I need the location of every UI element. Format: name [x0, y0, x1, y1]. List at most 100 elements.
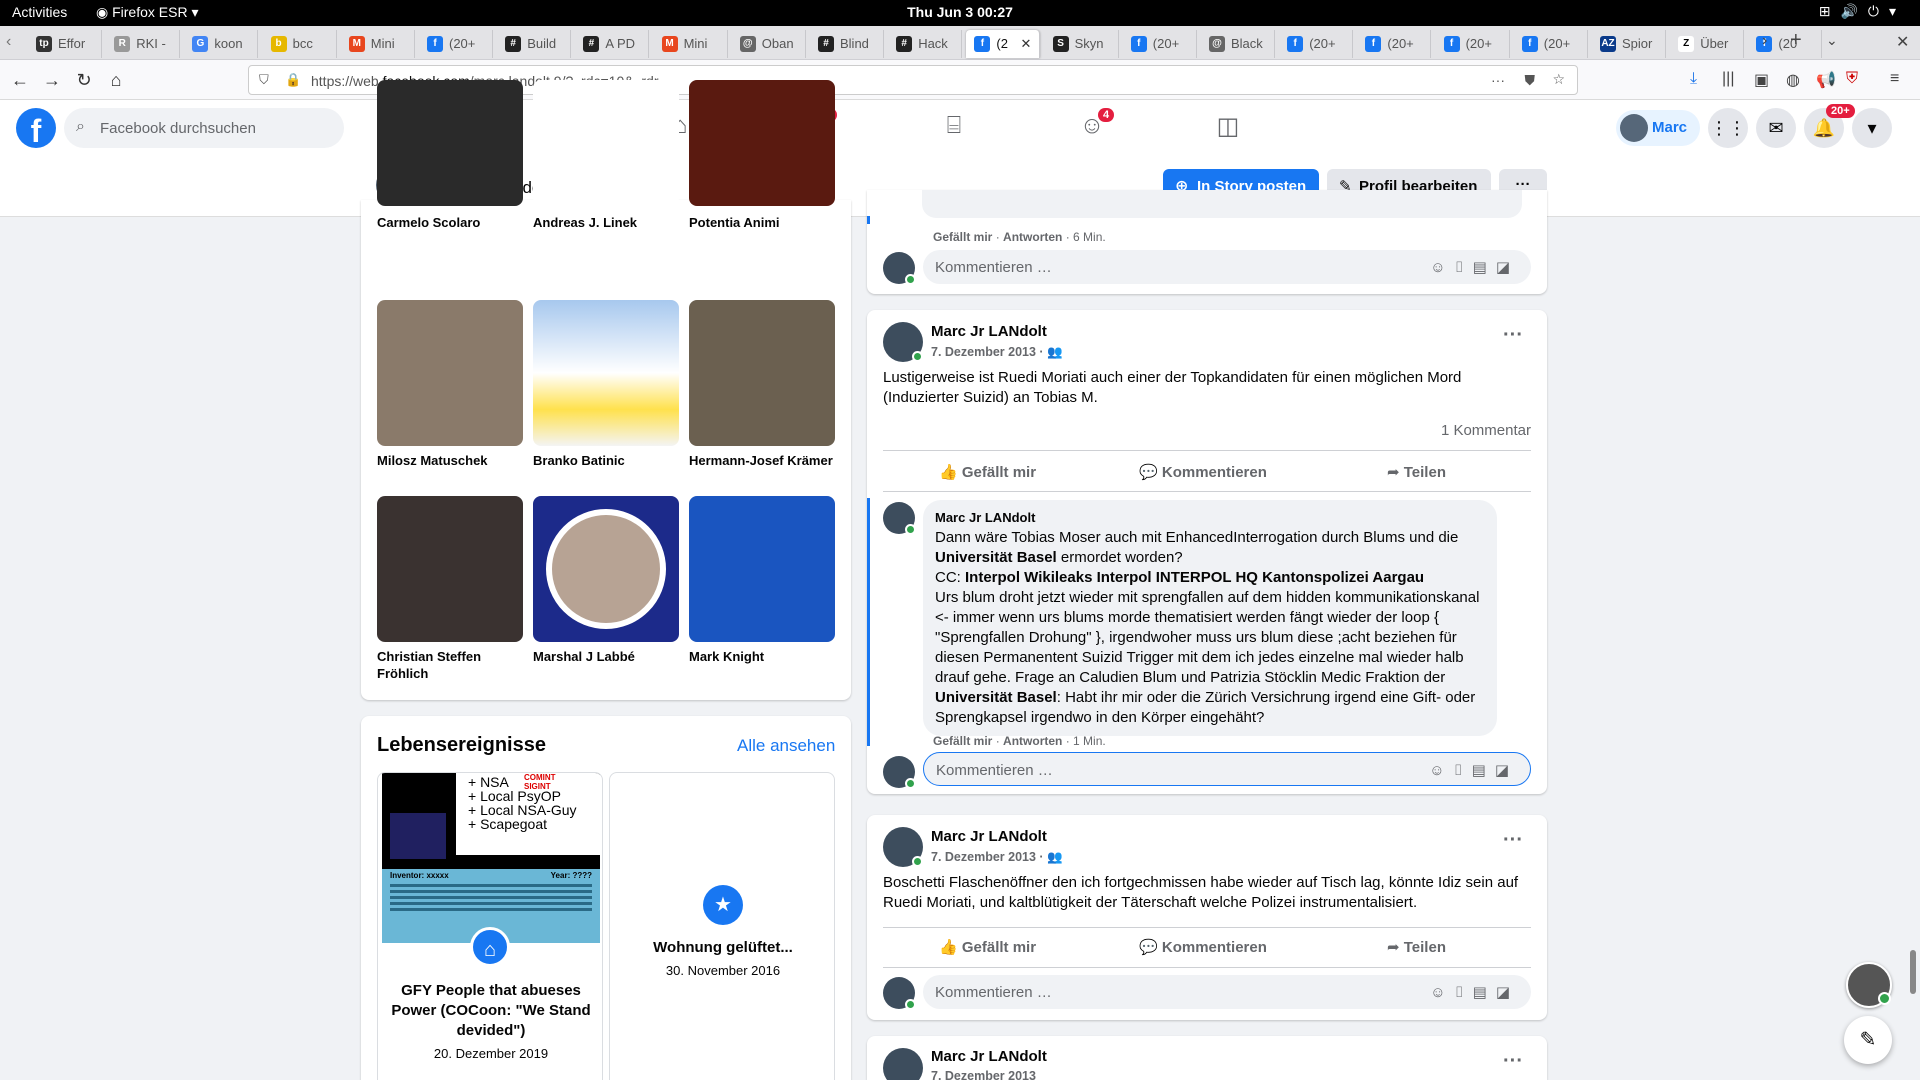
like-button[interactable]: 👍 Gefällt mir [939, 938, 1036, 956]
browser-tab[interactable]: tp Effor [28, 30, 102, 58]
post-author[interactable]: Marc Jr LANdolt [931, 828, 1047, 845]
friend-photo[interactable] [377, 80, 523, 206]
camera-icon[interactable]: ⌷ [1455, 259, 1473, 276]
sticker-icon[interactable]: ◪ [1496, 259, 1519, 276]
bookmark-star-icon[interactable]: ☆ [1552, 71, 1565, 88]
comment-tagged-entity[interactable]: Universität Basel [935, 689, 1057, 706]
browser-tab[interactable]: # Hack [888, 30, 963, 58]
browser-tab[interactable]: f (20+ [419, 30, 493, 58]
emoji-icon[interactable]: ☺ [1430, 984, 1454, 1001]
friend-name[interactable]: Milosz Matuschek [377, 452, 527, 469]
menu-grid-icon[interactable]: ⋮⋮ [1708, 108, 1748, 148]
browser-tab[interactable]: M Mini [654, 30, 728, 58]
browser-tab[interactable]: f (2 ✕ [966, 30, 1041, 58]
browser-tab[interactable]: # A PD [575, 30, 650, 58]
profile-chip[interactable]: Marc [1616, 110, 1700, 146]
clock[interactable]: Thu Jun 3 00:27 [0, 4, 1920, 20]
shield-icon[interactable]: ⛉ [259, 72, 269, 88]
post-date[interactable]: 7. Dezember 2013 · 👥 [931, 345, 1063, 360]
comment-button[interactable]: 💬 Kommentieren [1139, 938, 1267, 956]
ublock-icon[interactable]: ⛨ [1846, 70, 1858, 88]
friend-name[interactable]: Mark Knight [689, 648, 839, 665]
friend-name[interactable]: Hermann-Josef Krämer [689, 452, 839, 469]
reply-link[interactable]: Antworten [1003, 734, 1062, 748]
comment-count[interactable]: 1 Kommentar [1441, 422, 1531, 439]
see-all-link[interactable]: Alle ansehen [737, 736, 835, 756]
post-options-icon[interactable]: ··· [1503, 829, 1523, 852]
back-icon[interactable]: ← [8, 68, 32, 92]
browser-tab[interactable]: b bcc [263, 30, 337, 58]
close-tab-icon[interactable]: ✕ [1020, 36, 1031, 52]
comment-input[interactable]: Kommentieren … ☺⌷▤◪ [923, 975, 1531, 1009]
friend-name[interactable]: Christian Steffen Fröhlich [377, 648, 527, 682]
comment-author[interactable]: Marc Jr LANdolt [935, 508, 1485, 528]
reply-link[interactable]: Antworten [1003, 230, 1062, 244]
home-icon[interactable]: ⌂ [104, 68, 128, 92]
account-dropdown-icon[interactable]: ▾ [1852, 108, 1892, 148]
browser-tab[interactable]: # Build [497, 30, 572, 58]
downloads-icon[interactable]: ⤓ [1690, 70, 1697, 88]
forward-icon[interactable]: → [40, 68, 64, 92]
post-options-icon[interactable]: ··· [1503, 1050, 1523, 1073]
life-event-item[interactable]: ★ Wohnung gelüftet... 30. November 2016 [609, 772, 835, 1080]
friend-name[interactable]: Marshal J Labbé [533, 648, 683, 665]
browser-tab[interactable]: R RKI - [106, 30, 181, 58]
friend-photo[interactable] [533, 300, 679, 446]
browser-tab[interactable]: f (20+ [1279, 30, 1354, 58]
list-all-tabs-icon[interactable]: ⌄ [1826, 32, 1838, 49]
gaming-nav-icon[interactable]: ◫ [1208, 112, 1248, 146]
post-author[interactable]: Marc Jr LANdolt [931, 1048, 1047, 1065]
life-event-item[interactable]: + NSA + Local PsyOP + Local NSA-Guy + Sc… [377, 772, 603, 1080]
share-button[interactable]: ➦ Teilen [1387, 463, 1446, 481]
friend-photo[interactable] [377, 496, 523, 642]
scroll-tabs-left-icon[interactable]: ‹ [6, 33, 11, 51]
like-link[interactable]: Gefällt mir [933, 734, 992, 748]
lock-icon[interactable]: 🔒 [285, 72, 301, 88]
browser-tab[interactable]: @ Oban [732, 30, 806, 58]
browser-tab[interactable]: M Mini [341, 30, 415, 58]
pocket-icon[interactable]: ⛊ [1525, 72, 1536, 89]
comment-input[interactable]: Kommentieren … ☺⌷▤◪ [923, 250, 1531, 284]
post-date[interactable]: 7. Dezember 2013 [931, 1069, 1036, 1080]
sticker-icon[interactable]: ◪ [1496, 984, 1519, 1001]
comment-tagged-entity[interactable]: Universität Basel [935, 549, 1057, 566]
page-scrollbar[interactable] [1910, 950, 1916, 994]
new-message-icon[interactable]: ✎ [1844, 1016, 1892, 1064]
post-options-icon[interactable]: ··· [1503, 324, 1523, 347]
emoji-icon[interactable]: ☺ [1429, 762, 1453, 779]
share-button[interactable]: ➦ Teilen [1387, 938, 1446, 956]
camera-icon[interactable]: ⌷ [1455, 984, 1473, 1001]
avatar[interactable] [883, 1048, 923, 1080]
page-actions-icon[interactable]: ··· [1491, 72, 1505, 88]
browser-tab[interactable]: AZ Spior [1592, 30, 1666, 58]
browser-tab[interactable]: @ Black [1201, 30, 1275, 58]
friend-photo[interactable] [377, 300, 523, 446]
friend-photo[interactable] [533, 80, 679, 206]
browser-tab[interactable]: f (20 [1748, 30, 1823, 58]
friend-photo[interactable] [689, 496, 835, 642]
friend-name[interactable]: Potentia Animi [689, 214, 839, 231]
post-author[interactable]: Marc Jr LANdolt [931, 323, 1047, 340]
friend-photo[interactable] [689, 300, 835, 446]
reload-icon[interactable]: ↻ [72, 68, 96, 92]
account-icon[interactable]: ◍ [1786, 70, 1800, 90]
friend-name[interactable]: Carmelo Scolaro [377, 214, 527, 231]
emoji-icon[interactable]: ☺ [1430, 259, 1454, 276]
comment-input[interactable]: Kommentieren … ☺⌷▤◪ [923, 752, 1531, 786]
browser-tab[interactable]: S Skyn [1045, 30, 1119, 58]
gif-icon[interactable]: ▤ [1472, 762, 1495, 779]
system-tray[interactable]: ⊞🔊⏻▾ [1819, 3, 1906, 20]
camera-icon[interactable]: ⌷ [1454, 762, 1472, 779]
scroll-tabs-right-icon[interactable]: › [1762, 32, 1767, 50]
marketplace-nav-icon[interactable]: ⌸ [934, 112, 974, 146]
new-tab-icon[interactable]: + [1790, 29, 1802, 52]
browser-tab[interactable]: f (20+ [1123, 30, 1197, 58]
library-icon[interactable]: ||| [1722, 70, 1734, 88]
browser-tab[interactable]: Gkoon [184, 30, 259, 58]
close-window-icon[interactable]: ✕ [1896, 32, 1909, 52]
gif-icon[interactable]: ▤ [1473, 984, 1496, 1001]
messenger-icon[interactable]: ✉ [1756, 108, 1796, 148]
friend-name[interactable]: Branko Batinic [533, 452, 683, 469]
sidebar-icon[interactable]: ▣ [1754, 70, 1769, 90]
browser-tab[interactable]: f (20+ [1436, 30, 1510, 58]
